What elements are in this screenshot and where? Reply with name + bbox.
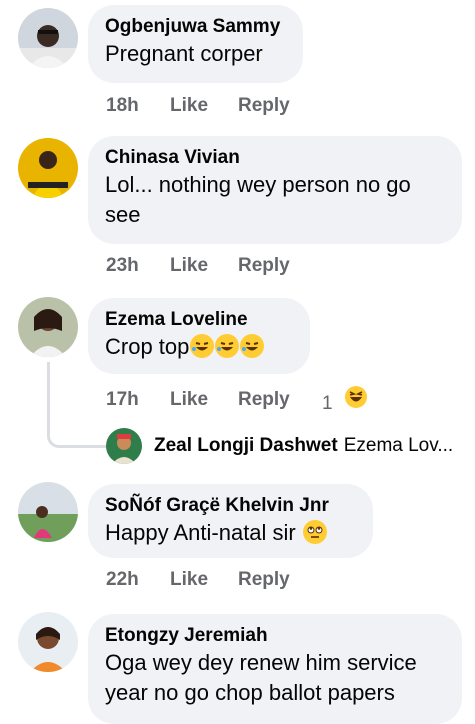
avatar[interactable] [18,8,78,68]
comment-text-line-1: Lol... nothing wey person no go [105,172,411,197]
comment-text-content: Crop top [105,334,190,359]
like-button[interactable]: Like [170,255,238,277]
comment-bubble: Chinasa Vivian Lol... nothing wey person… [88,136,462,244]
like-button[interactable]: Like [170,95,238,117]
comment-author[interactable]: Chinasa Vivian [105,146,444,170]
rofl-emoji-icon [215,334,240,358]
comment-timestamp[interactable]: 18h [106,95,170,117]
comment-author[interactable]: Ogbenjuwa Sammy [105,15,285,39]
reaction-count: 1 [322,393,333,414]
comment-author[interactable]: Etongzy Jeremiah [105,624,444,648]
reply-snippet: Ezema Lov... [343,435,454,456]
comment-actions: 18h Like Reply [106,95,322,117]
comment-text-content: Happy Anti-natal sir [105,520,296,545]
comment-author[interactable]: SoÑóf Graçë Khelvin Jnr [105,494,355,518]
comment-bubble: Ogbenjuwa Sammy Pregnant corper [88,5,303,83]
avatar[interactable] [18,482,78,542]
like-button[interactable]: Like [170,569,238,591]
comment-text: Crop top [105,332,292,362]
thread-reply-preview[interactable]: Zeal Longji Dashwet Ezema Lov... [106,428,453,464]
comment-author[interactable]: Ezema Loveline [105,308,292,332]
like-button[interactable]: Like [170,389,238,411]
comment-bubble: Ezema Loveline Crop top [88,298,310,374]
comment-text-line-2: see [105,202,141,227]
reply-button[interactable]: Reply [238,95,322,117]
rofl-emoji-icon [240,334,265,358]
comment-actions: 23h Like Reply [106,255,322,277]
reply-button[interactable]: Reply [238,389,322,411]
comment-actions: 17h Like Reply 1 [106,385,368,415]
comment-text-line-2: year no go chop ballot papers [105,680,395,705]
reply-author[interactable]: Zeal Longji Dashwet [154,435,338,457]
avatar[interactable] [18,138,78,198]
comment-text-line-1: Oga wey dey renew him service [105,650,417,675]
avatar[interactable] [106,428,142,464]
rofl-emoji-icon [190,334,215,358]
laughing-emoji-icon [344,385,368,409]
comment-bubble: SoÑóf Graçë Khelvin Jnr Happy Anti-natal… [88,484,373,558]
eye-roll-emoji-icon [302,520,327,544]
comment-text: Happy Anti-natal sir [105,518,355,548]
reaction-summary[interactable]: 1 [322,385,368,415]
comment-text: Pregnant corper [105,41,263,66]
avatar[interactable] [18,612,78,672]
comment-timestamp[interactable]: 23h [106,255,170,277]
comment-timestamp[interactable]: 17h [106,389,170,411]
comment-timestamp[interactable]: 22h [106,569,170,591]
avatar[interactable] [18,297,78,357]
comment-actions: 22h Like Reply [106,569,322,591]
thread-connector [47,362,107,448]
reply-button[interactable]: Reply [238,569,322,591]
reply-button[interactable]: Reply [238,255,322,277]
